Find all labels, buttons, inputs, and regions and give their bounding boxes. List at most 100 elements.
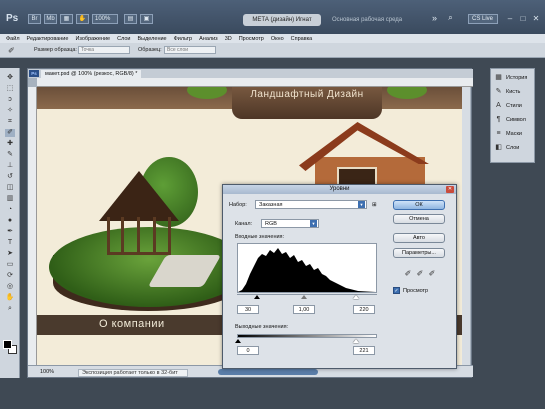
close-icon[interactable]: ✕ bbox=[531, 14, 541, 24]
cs-live-button[interactable]: CS Live bbox=[468, 14, 498, 24]
gamma-handle[interactable] bbox=[301, 295, 307, 299]
expand-icon[interactable]: » bbox=[428, 14, 441, 24]
menu-window[interactable]: Окно bbox=[271, 36, 284, 42]
channel-select[interactable]: RGB ▼ bbox=[261, 219, 319, 228]
preview-checkbox[interactable]: ✓ bbox=[393, 287, 400, 294]
brush-icon: ✎ bbox=[495, 88, 502, 95]
dodge-tool-icon[interactable]: ● bbox=[5, 217, 15, 225]
eyedropper-tool-icon[interactable]: ✐ bbox=[8, 46, 20, 55]
bridge-icon[interactable]: Br bbox=[28, 14, 41, 24]
black-eyedropper-icon[interactable]: ✐ bbox=[403, 269, 413, 279]
panel-item[interactable]: ≡ Маски bbox=[494, 128, 534, 140]
site-logo: Ландшафтный Дизайн bbox=[232, 87, 382, 119]
sample-size-select[interactable]: Точка bbox=[78, 46, 130, 54]
menu-file[interactable]: Файл bbox=[6, 36, 20, 42]
output-black-field[interactable]: 0 bbox=[237, 346, 259, 355]
zoom-select[interactable]: 100% bbox=[92, 14, 118, 24]
gazebo-post bbox=[121, 217, 124, 255]
preset-value: Заказная bbox=[259, 202, 283, 208]
history-brush-icon[interactable]: ↺ bbox=[5, 173, 15, 181]
panel-item[interactable]: A Стили bbox=[494, 100, 534, 112]
panel-item[interactable]: ✎ Кисть bbox=[494, 86, 534, 98]
preset-menu-icon[interactable]: ⊞ bbox=[372, 202, 377, 208]
status-info[interactable]: Экспозиция работает только в 32-бит bbox=[78, 369, 188, 377]
minimize-icon[interactable]: – bbox=[505, 14, 515, 24]
auto-button[interactable]: Авто bbox=[393, 233, 445, 243]
vertical-scrollbar[interactable] bbox=[462, 87, 470, 365]
status-zoom[interactable]: 100% bbox=[40, 369, 54, 375]
arrange-icon[interactable]: ▤ bbox=[124, 14, 137, 24]
workspace-button[interactable]: МЕТА (дизайн) Игнат bbox=[243, 14, 321, 26]
panel-item[interactable]: ¶ Символ bbox=[494, 114, 534, 126]
output-white-field[interactable]: 221 bbox=[353, 346, 375, 355]
marquee-tool-icon[interactable]: ⬚ bbox=[5, 85, 15, 93]
quick-select-tool-icon[interactable]: ✧ bbox=[5, 107, 15, 115]
panel-label: Кисть bbox=[506, 89, 521, 95]
black-point-handle[interactable] bbox=[254, 295, 260, 299]
hand-tool-icon[interactable]: ✋ bbox=[5, 294, 15, 302]
cancel-button[interactable]: Отмена bbox=[393, 214, 445, 224]
blur-tool-icon[interactable]: ◔ bbox=[5, 206, 15, 214]
panel-item[interactable]: ◧ Слои bbox=[494, 142, 534, 154]
move-tool-icon[interactable]: ✥ bbox=[5, 74, 15, 82]
document-tab[interactable]: Ps макет.psd @ 100% (резкос, RGB/8) * bbox=[28, 69, 473, 78]
dialog-title[interactable]: Уровни bbox=[223, 185, 456, 194]
input-black-field[interactable]: 30 bbox=[237, 305, 259, 314]
3d-rotate-icon[interactable]: ⟳ bbox=[5, 272, 15, 280]
output-white-handle[interactable] bbox=[353, 339, 359, 343]
options-button[interactable]: Параметры... bbox=[393, 248, 445, 258]
pen-tool-icon[interactable]: ✒ bbox=[5, 228, 15, 236]
menu-help[interactable]: Справка bbox=[291, 36, 313, 42]
ok-button[interactable]: ОК bbox=[393, 200, 445, 210]
input-white-field[interactable]: 220 bbox=[353, 305, 375, 314]
document-title[interactable]: макет.psd @ 100% (резкос, RGB/8) * bbox=[41, 70, 142, 78]
horizontal-scrollbar[interactable] bbox=[218, 369, 318, 375]
menu-bar: Файл Редактирование Изображение Слои Выд… bbox=[0, 34, 545, 43]
path-select-icon[interactable]: ➤ bbox=[5, 250, 15, 258]
white-eyedropper-icon[interactable]: ✐ bbox=[427, 269, 437, 279]
gradient-tool-icon[interactable]: ▥ bbox=[5, 195, 15, 203]
3d-camera-icon[interactable]: ◎ bbox=[5, 283, 15, 291]
eraser-tool-icon[interactable]: ◫ bbox=[5, 184, 15, 192]
shape-tool-icon[interactable]: ▭ bbox=[5, 261, 15, 269]
ps-file-icon: Ps bbox=[29, 70, 39, 77]
menu-3d[interactable]: 3D bbox=[225, 36, 232, 42]
lasso-tool-icon[interactable]: ↄ bbox=[5, 96, 15, 104]
healing-tool-icon[interactable]: ✚ bbox=[5, 140, 15, 148]
stamp-tool-icon[interactable]: ⊥ bbox=[5, 162, 15, 170]
menu-analysis[interactable]: Анализ bbox=[199, 36, 218, 42]
channel-label: Канал: bbox=[235, 221, 253, 227]
foreground-color-swatch[interactable] bbox=[3, 340, 12, 349]
sample-select[interactable]: Все слои bbox=[164, 46, 216, 54]
horizontal-ruler[interactable] bbox=[37, 78, 473, 87]
menu-edit[interactable]: Редактирование bbox=[27, 36, 69, 42]
minibridge-icon[interactable]: Mb bbox=[44, 14, 57, 24]
panel-item[interactable]: ▦ История bbox=[494, 72, 534, 84]
view-extras-icon[interactable]: ▦ bbox=[60, 14, 73, 24]
menu-select[interactable]: Выделение bbox=[137, 36, 166, 42]
input-gamma-field[interactable]: 1,00 bbox=[293, 305, 315, 314]
mask-icon: ≡ bbox=[496, 130, 501, 137]
output-black-handle[interactable] bbox=[235, 339, 241, 343]
eyedropper-tool-icon[interactable]: ✐ bbox=[5, 129, 15, 137]
menu-layers[interactable]: Слои bbox=[117, 36, 130, 42]
vertical-ruler[interactable] bbox=[28, 87, 37, 365]
preset-select[interactable]: Заказная ▼ bbox=[255, 200, 367, 209]
search-icon[interactable]: ⌕ bbox=[444, 14, 457, 24]
white-point-handle[interactable] bbox=[353, 295, 359, 299]
histogram bbox=[237, 243, 377, 293]
brush-tool-icon[interactable]: ✎ bbox=[5, 151, 15, 159]
gray-eyedropper-icon[interactable]: ✐ bbox=[415, 269, 425, 279]
close-icon[interactable]: ✕ bbox=[446, 186, 454, 193]
type-tool-icon[interactable]: T bbox=[5, 239, 15, 247]
maximize-icon[interactable]: □ bbox=[518, 14, 528, 24]
output-slider[interactable] bbox=[237, 334, 377, 338]
screen-mode-icon[interactable]: ▣ bbox=[140, 14, 153, 24]
menu-image[interactable]: Изображение bbox=[75, 36, 110, 42]
hand-icon[interactable]: ✋ bbox=[76, 14, 89, 24]
menu-filter[interactable]: Фильтр bbox=[174, 36, 192, 42]
menu-view[interactable]: Просмотр bbox=[239, 36, 264, 42]
crop-tool-icon[interactable]: ⌗ bbox=[5, 118, 15, 126]
zoom-tool-icon[interactable]: ⌕ bbox=[5, 305, 15, 313]
workspace-link[interactable]: Основная рабочая среда bbox=[332, 17, 402, 23]
